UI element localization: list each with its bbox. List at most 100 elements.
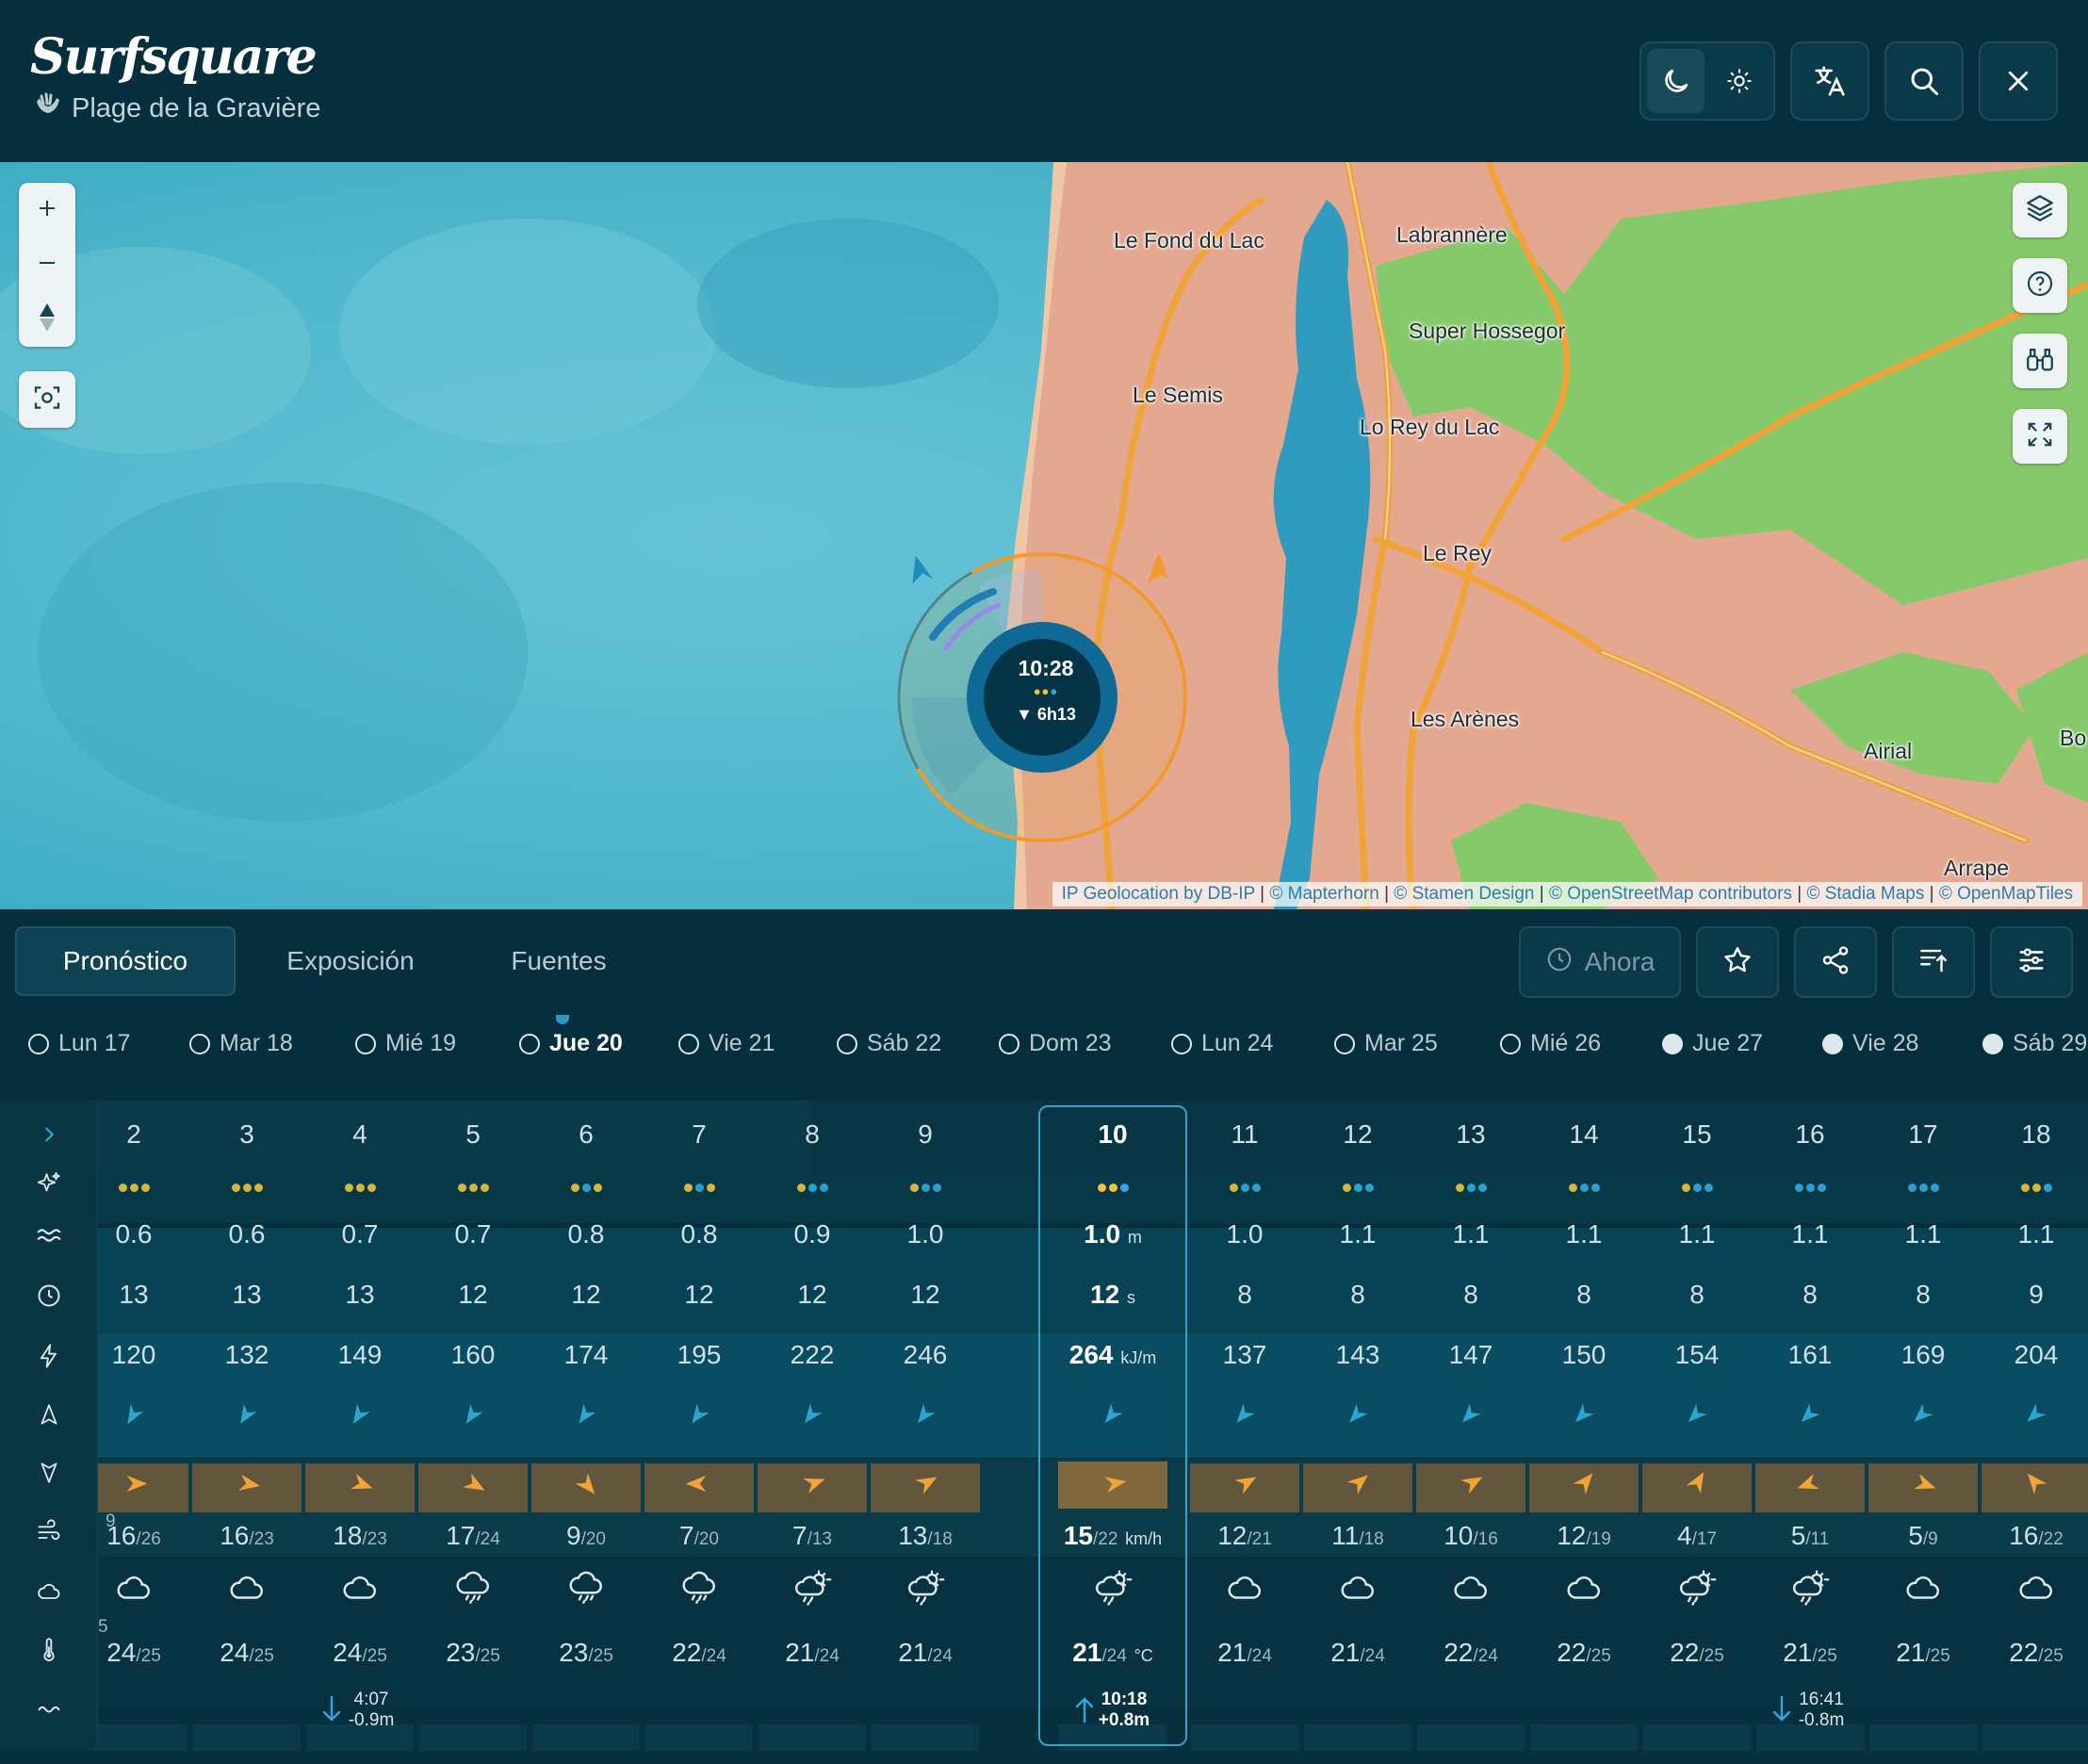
day-tab[interactable]: Mar 25: [1334, 1030, 1438, 1057]
hour-column[interactable]: 5 0.7 12 160 17/24 23/25: [417, 1101, 529, 1764]
tab-exposure[interactable]: Exposición: [247, 926, 454, 996]
hour-column[interactable]: 9 1.0 12 246 13/18 21/24: [870, 1101, 981, 1764]
tide-extreme: 16:41 -0.8m: [1754, 1690, 1866, 1731]
hour-column[interactable]: 15 1.1 8 154 4/17 22/25: [1641, 1101, 1753, 1764]
close-button[interactable]: [1979, 41, 2058, 121]
sun-cloud-rain-icon: [1093, 1570, 1133, 1613]
wind-speed-cell: 5/9: [1868, 1521, 1979, 1551]
period-row-icon: [0, 1274, 98, 1321]
day-tab[interactable]: Vie 21: [678, 1030, 775, 1057]
day-tab[interactable]: Dom 23: [999, 1030, 1112, 1057]
hour-column[interactable]: 4 0.7 13 149 18/23 24/25 4:07 -0.9m: [304, 1101, 416, 1764]
binoculars-button[interactable]: [2013, 334, 2067, 388]
hour-column[interactable]: 14 1.1 8 150 12/19 22/25: [1528, 1101, 1639, 1764]
favorite-button[interactable]: [1696, 926, 1779, 998]
moon-phase-icon: [519, 1033, 540, 1054]
hour-column[interactable]: 7 0.8 12 195 7/20 22/24: [644, 1101, 755, 1764]
swell-direction-arrow-icon: [681, 1395, 717, 1432]
wind-direction-cell: [1981, 1468, 2088, 1499]
period-cell: 12: [757, 1280, 868, 1310]
spot-marker[interactable]: 10:28 ●●● ▼ 6h13: [895, 548, 1197, 850]
period-cell: 12: [644, 1280, 755, 1310]
wind-speed-cell: 9/20: [530, 1521, 642, 1551]
wave-height-value: 0.7: [341, 1219, 379, 1249]
settings-button[interactable]: [1990, 926, 2073, 998]
app-logo[interactable]: Surfsquare: [30, 28, 318, 86]
light-mode-button[interactable]: [1710, 49, 1768, 113]
day-tab[interactable]: Lun 17: [28, 1030, 130, 1057]
energy-value: 195: [677, 1340, 722, 1369]
weather-cell: [530, 1568, 642, 1614]
wave-height-value: 1.1: [1565, 1219, 1603, 1249]
attribution-link[interactable]: © Mapterhorn: [1269, 884, 1378, 904]
wave-height-value: 0.8: [680, 1219, 718, 1249]
day-tab[interactable]: Jue 27: [1662, 1030, 1763, 1057]
locate-button[interactable]: [19, 371, 75, 428]
hour-label: 12: [1343, 1119, 1373, 1149]
gust-value: /23: [362, 1529, 387, 1549]
energy-cell: 147: [1415, 1340, 1526, 1370]
period-value: 12: [458, 1280, 488, 1309]
attribution-link[interactable]: © Stamen Design: [1394, 884, 1534, 904]
wave-height-cell: 0.8: [644, 1219, 755, 1250]
energy-value: 137: [1222, 1340, 1267, 1369]
attribution-link[interactable]: IP Geolocation by DB-IP: [1062, 884, 1255, 904]
day-tab[interactable]: Sáb 29: [1982, 1030, 2087, 1057]
day-label: Sáb 29: [2013, 1030, 2088, 1056]
wind-direction-arrow-icon: [1225, 1465, 1264, 1502]
day-tab[interactable]: Lun 24: [1171, 1030, 1273, 1057]
hour-column[interactable]: 16 1.1 8 161 5/11 21/25 16:41 -0.8m: [1754, 1101, 1866, 1764]
expand-rows-button[interactable]: [0, 1116, 98, 1157]
period-value: 8: [1916, 1280, 1931, 1309]
layers-icon: [2024, 192, 2056, 229]
tab-forecast[interactable]: Pronóstico: [15, 926, 236, 996]
day-tab[interactable]: Mar 18: [189, 1030, 293, 1057]
hour-column[interactable]: 13 1.1 8 147 10/16 22/24: [1415, 1101, 1526, 1764]
language-button[interactable]: [1790, 41, 1869, 121]
attribution-link[interactable]: © Stadia Maps: [1806, 884, 1924, 904]
hour-column[interactable]: 3 0.6 13 132 16/23 24/25: [191, 1101, 302, 1764]
attribution-link[interactable]: © OpenMapTiles: [1939, 884, 2073, 904]
rating-dot: [1907, 1184, 1917, 1192]
now-button[interactable]: Ahora: [1519, 926, 1681, 998]
map[interactable]: Le Fond du Lac Labrannère Super Hossegor…: [0, 162, 2088, 909]
sort-button[interactable]: [1892, 926, 1975, 998]
hour-column[interactable]: 10 1.0 m 12 s 264 kJ/m 15/22 km/h 21/24 °C 10:…: [1057, 1101, 1168, 1764]
tab-sources[interactable]: Fuentes: [460, 926, 658, 996]
hour-column[interactable]: 6 0.8 12 174 9/20 23/25: [530, 1101, 642, 1764]
wind-unit: km/h: [1125, 1529, 1163, 1548]
day-tab[interactable]: Mié 26: [1500, 1030, 1601, 1057]
hour-column[interactable]: 12 1.1 8 143 11/18 21/24: [1302, 1101, 1413, 1764]
dark-mode-button[interactable]: [1647, 49, 1705, 113]
day-tab[interactable]: Vie 28: [1822, 1030, 1918, 1057]
theme-toggle[interactable]: [1639, 41, 1775, 121]
hour-label: 16: [1795, 1119, 1825, 1149]
temp-value: 24: [220, 1638, 250, 1667]
compass-button[interactable]: [19, 292, 75, 347]
attribution-link[interactable]: © OpenStreetMap contributors: [1549, 884, 1792, 904]
day-tab[interactable]: Jue 20: [519, 1030, 623, 1057]
energy-value: 154: [1674, 1340, 1720, 1369]
period-cell: 12 s: [1057, 1280, 1168, 1310]
zoom-out-button[interactable]: [19, 237, 75, 292]
fullscreen-button[interactable]: [2013, 409, 2067, 464]
hour-column[interactable]: 8 0.9 12 222 7/13 21/24: [757, 1101, 868, 1764]
hour-column[interactable]: 11 1.0 8 137 12/21 21/24: [1189, 1101, 1300, 1764]
wind-direction-cell: [1189, 1468, 1300, 1499]
layers-button[interactable]: [2013, 183, 2067, 237]
help-button[interactable]: [2013, 258, 2067, 313]
share-button[interactable]: [1794, 926, 1877, 998]
day-tab[interactable]: Mié 19: [355, 1030, 456, 1057]
lightning-icon: [36, 1343, 62, 1374]
zoom-in-button[interactable]: [19, 183, 75, 237]
hour-column[interactable]: 18 1.1 9 204 16/22 22/25: [1981, 1101, 2088, 1764]
hour-cell: 16: [1754, 1119, 1866, 1150]
energy-value: 120: [111, 1340, 156, 1369]
search-button[interactable]: [1884, 41, 1964, 121]
period-value: 12: [1090, 1280, 1120, 1309]
rating-dot: [253, 1184, 263, 1192]
period-cell: 8: [1189, 1280, 1300, 1310]
day-tab[interactable]: Sáb 22: [837, 1030, 941, 1057]
hour-column[interactable]: 17 1.1 8 169 5/9 21/25: [1868, 1101, 1979, 1764]
rating-dot: [819, 1184, 828, 1192]
